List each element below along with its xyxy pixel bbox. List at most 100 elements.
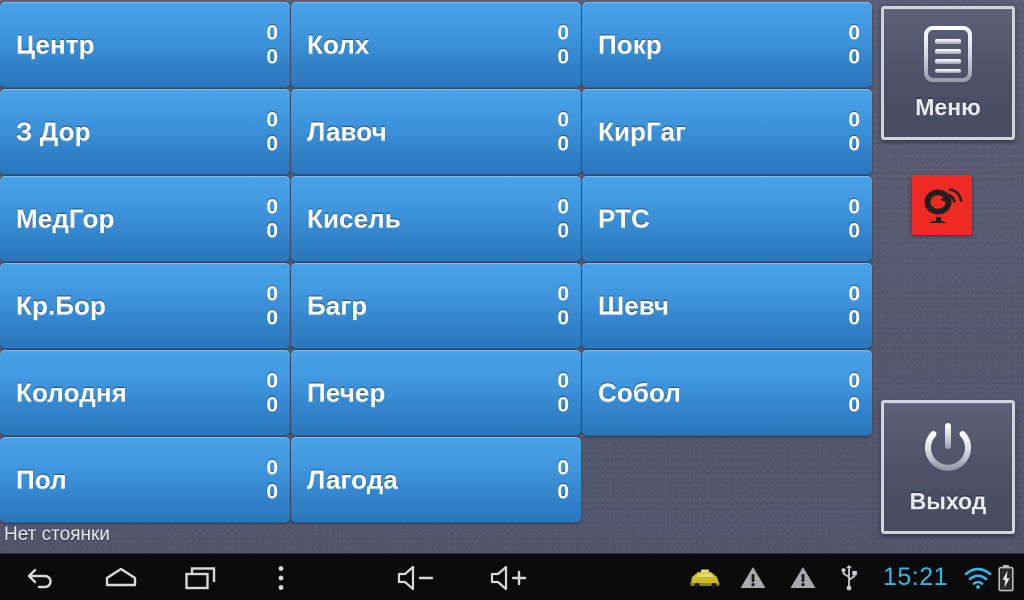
station-count-bottom: 0 (557, 132, 569, 155)
volume-up-icon[interactable] (475, 554, 545, 600)
station-counts: 00 (848, 282, 860, 329)
station-counts: 00 (848, 369, 860, 416)
volume-down-icon[interactable] (382, 554, 452, 600)
station-count-top: 0 (557, 369, 569, 393)
station-name: Багр (307, 290, 368, 321)
station-button[interactable]: Покр 0 0 (582, 2, 872, 88)
station-count-top: 0 (848, 108, 860, 132)
station-button[interactable]: Лагода 0 0 (291, 437, 581, 523)
station-button[interactable]: РТС 0 0 (582, 176, 872, 262)
station-name: Кр.Бор (16, 290, 107, 321)
station-counts: 00 (557, 369, 569, 416)
station-count-bottom: 0 (557, 219, 569, 242)
station-count-bottom: 0 (266, 45, 278, 68)
station-name: Покр (598, 29, 662, 60)
station-count-top: 0 (848, 369, 860, 393)
station-button[interactable]: Колх 0 0 (291, 2, 581, 88)
list-document-icon (921, 25, 975, 88)
station-button[interactable]: Колодня 0 0 (0, 350, 290, 436)
power-icon (920, 419, 976, 482)
station-count-bottom: 0 (848, 306, 860, 329)
station-count-top: 0 (557, 108, 569, 132)
station-name: Пол (16, 464, 67, 495)
station-count-bottom: 0 (848, 45, 860, 68)
usb-icon (839, 554, 859, 600)
station-counts: 00 (266, 282, 278, 329)
station-name: Центр (16, 29, 95, 60)
recents-icon[interactable] (170, 554, 232, 600)
station-counts: 00 (557, 282, 569, 329)
back-icon[interactable] (10, 554, 72, 600)
station-count-bottom: 0 (848, 219, 860, 242)
station-name: РТС (598, 203, 650, 234)
station-count-top: 0 (557, 282, 569, 306)
battery-charging-icon (997, 554, 1015, 600)
home-icon[interactable] (90, 554, 152, 600)
station-count-bottom: 0 (848, 132, 860, 155)
station-name: Печер (307, 377, 386, 408)
station-button[interactable]: Пол 0 0 (0, 437, 290, 523)
android-navigation-bar: 15:21 (0, 553, 1024, 600)
station-count-top: 0 (557, 456, 569, 480)
station-counts: 00 (848, 195, 860, 242)
station-counts: 00 (266, 195, 278, 242)
station-count-top: 0 (266, 282, 278, 306)
taxi-car-icon (687, 554, 723, 600)
station-name: МедГор (16, 203, 115, 234)
station-counts: 00 (266, 21, 278, 68)
station-name: Собол (598, 377, 681, 408)
station-name: КирГаг (598, 116, 687, 147)
station-count-bottom: 0 (266, 306, 278, 329)
station-name: Колодня (16, 377, 127, 408)
station-button[interactable]: Печер 0 0 (291, 350, 581, 436)
station-button[interactable]: Багр 0 0 (291, 263, 581, 349)
station-name: З Дор (16, 116, 91, 147)
station-button[interactable]: Шевч 0 0 (582, 263, 872, 349)
station-button[interactable]: МедГор 0 0 (0, 176, 290, 262)
station-name: Лавоч (307, 116, 387, 147)
station-count-bottom: 0 (557, 480, 569, 503)
clock: 15:21 (883, 563, 949, 591)
station-button[interactable]: Лавоч 0 0 (291, 89, 581, 175)
station-count-top: 0 (848, 21, 860, 45)
station-count-top: 0 (266, 108, 278, 132)
station-name: Шевч (598, 290, 670, 321)
station-button[interactable]: Кр.Бор 0 0 (0, 263, 290, 349)
warning-triangle-icon (789, 554, 817, 600)
station-counts: 00 (266, 456, 278, 503)
station-counts: 00 (848, 21, 860, 68)
station-grid: Центр 0 0 Колх 0 0 Покр 0 0 З Дор 0 0 Лавоч 0 0 КирГаг 0… (0, 2, 872, 523)
station-counts: 00 (557, 21, 569, 68)
station-button[interactable]: КирГаг 0 0 (582, 89, 872, 175)
station-count-top: 0 (266, 21, 278, 45)
station-button[interactable]: З Дор 0 0 (0, 89, 290, 175)
satellite-dish-icon[interactable] (912, 175, 972, 235)
station-name: Кисель (307, 203, 401, 234)
menu-button-label: Меню (915, 94, 981, 120)
status-line: Нет стоянки (4, 524, 110, 545)
station-count-top: 0 (266, 369, 278, 393)
exit-button[interactable]: Выход (881, 400, 1015, 534)
station-count-top: 0 (557, 21, 569, 45)
menu-button[interactable]: Меню (881, 6, 1015, 140)
warning-triangle-icon (739, 554, 767, 600)
station-button[interactable]: Собол 0 0 (582, 350, 872, 436)
overflow-menu-icon[interactable] (250, 554, 312, 600)
station-count-top: 0 (557, 195, 569, 219)
station-count-bottom: 0 (266, 480, 278, 503)
station-counts: 00 (557, 195, 569, 242)
station-count-top: 0 (848, 282, 860, 306)
station-count-bottom: 0 (557, 306, 569, 329)
station-counts: 00 (266, 369, 278, 416)
device-screen: Центр 0 0 Колх 0 0 Покр 0 0 З Дор 0 0 Лавоч 0 0 КирГаг 0… (0, 0, 1024, 600)
side-panel: Меню Выход (872, 0, 1024, 553)
station-count-bottom: 0 (266, 393, 278, 416)
station-button[interactable]: Центр 0 0 (0, 2, 290, 88)
station-name: Колх (307, 29, 370, 60)
app-content-area: Центр 0 0 Колх 0 0 Покр 0 0 З Дор 0 0 Лавоч 0 0 КирГаг 0… (0, 0, 1024, 553)
exit-button-label: Выход (909, 488, 987, 514)
station-count-bottom: 0 (266, 132, 278, 155)
station-counts: 00 (557, 456, 569, 503)
station-count-bottom: 0 (557, 393, 569, 416)
station-button[interactable]: Кисель 0 0 (291, 176, 581, 262)
